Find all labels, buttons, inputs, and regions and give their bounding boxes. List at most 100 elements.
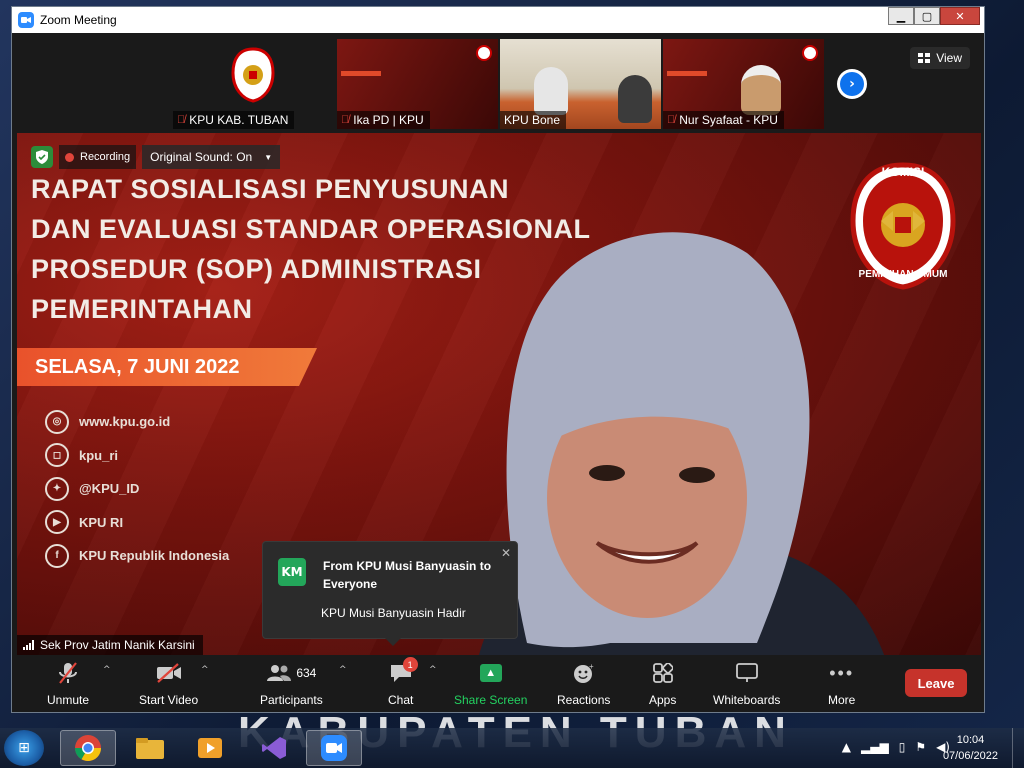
participants-icon: 634: [266, 659, 316, 687]
instagram-icon: ◻: [45, 443, 69, 468]
folder-icon: [136, 738, 164, 759]
thumbnail-nur-syafaat[interactable]: 🎙̸ Nur Syafaat - KPU: [663, 39, 824, 129]
flag-icon[interactable]: ⚑: [915, 740, 926, 754]
grid-icon: [918, 53, 931, 63]
battery-icon[interactable]: ▯: [899, 740, 906, 754]
svg-text:+: +: [589, 662, 594, 671]
caret-down-icon: ▼: [264, 152, 273, 162]
youtube-icon: ▶: [45, 510, 69, 535]
clock-date: 07/06/2022: [942, 750, 998, 762]
person-figure: [741, 65, 781, 115]
muted-mic-icon: [58, 659, 78, 687]
whiteboards-button[interactable]: Whiteboards: [713, 659, 780, 707]
share-screen-button[interactable]: ▲ Share Screen: [454, 659, 527, 707]
title-bar: Zoom Meeting ▁ ▢ ✕: [12, 7, 984, 33]
windows-logo-icon: ⊞: [18, 740, 30, 756]
participant-strip: 🎙̸ KPU KAB. TUBAN 🎙̸ Ika PD | KPU KPU Bone…: [12, 33, 984, 131]
leave-button[interactable]: Leave: [905, 669, 967, 697]
taskbar-zoom[interactable]: [306, 730, 362, 766]
unmute-button[interactable]: Unmute: [47, 659, 89, 707]
thumbnail-kpu-tuban[interactable]: 🎙̸ KPU KAB. TUBAN: [173, 39, 334, 129]
chat-from: From KPU Musi Banyuasin to Everyone: [323, 559, 492, 591]
window-title: Zoom Meeting: [40, 13, 117, 27]
tray-expand-icon[interactable]: ▲: [842, 740, 851, 754]
recording-indicator[interactable]: Recording: [59, 145, 137, 169]
zoom-icon: [321, 735, 347, 761]
apps-icon: [652, 659, 673, 687]
view-button[interactable]: View: [910, 47, 970, 69]
chat-icon: 1: [389, 657, 418, 687]
social-facebook: f KPU Republik Indonesia: [45, 539, 229, 573]
clock-time: 10:04: [956, 734, 985, 746]
facebook-icon: f: [45, 543, 69, 568]
close-icon[interactable]: ✕: [501, 546, 511, 560]
thumbnail-kpu-bone[interactable]: KPU Bone: [500, 39, 661, 129]
social-twitter: ✦ @KPU_ID: [45, 472, 229, 506]
audio-options-caret[interactable]: ^: [103, 665, 111, 675]
logo-text-top: KOMISI: [881, 165, 925, 179]
show-desktop-button[interactable]: [1012, 728, 1024, 768]
social-instagram: ◻ kpu_ri: [45, 439, 229, 473]
social-website: ◎ www.kpu.go.id: [45, 405, 229, 439]
date-banner: SELASA, 7 JUNI 2022: [17, 348, 317, 386]
chat-notification[interactable]: KM From KPU Musi Banyuasin to Everyone K…: [262, 541, 518, 646]
more-button[interactable]: ••• More: [828, 659, 855, 708]
participants-button[interactable]: 634 Participants: [260, 659, 323, 707]
thumbnail-label: 🎙̸ Ika PD | KPU: [337, 111, 430, 129]
apps-button[interactable]: Apps: [649, 659, 676, 707]
video-off-icon: [156, 659, 182, 687]
thumbnail-ika[interactable]: 🎙̸ Ika PD | KPU: [337, 39, 498, 129]
kpu-emblem-icon: [476, 45, 492, 61]
record-dot-icon: [65, 152, 74, 162]
taskbar-clock[interactable]: 10:04 07/06/2022: [943, 732, 998, 764]
chat-badge: 1: [402, 657, 418, 672]
thumbnail-label: KPU Bone: [500, 111, 567, 129]
zoom-meeting-window: Zoom Meeting ▁ ▢ ✕ 🎙̸ KPU KAB. TUBAN 🎙̸ Ik…: [11, 6, 985, 713]
taskbar: ⊞ ▲ ▂▄▆ ▯ ⚑ ◀) 10:04 07/06/2022: [0, 728, 1024, 768]
video-options-caret[interactable]: ^: [201, 665, 209, 675]
maximize-button[interactable]: ▢: [914, 7, 940, 25]
start-button[interactable]: ⊞: [4, 730, 44, 766]
twitter-icon: ✦: [45, 476, 69, 501]
participants-caret[interactable]: ^: [339, 665, 347, 675]
taskbar-chrome[interactable]: [60, 730, 116, 766]
kpu-emblem-icon: [231, 47, 275, 103]
start-video-button[interactable]: Start Video: [139, 659, 198, 707]
reactions-button[interactable]: + Reactions: [557, 659, 610, 707]
muted-mic-icon: 🎙̸: [177, 114, 186, 126]
chat-message: KPU Musi Banyuasin Hadir: [321, 606, 466, 620]
share-up-arrow-icon: ▲: [479, 664, 502, 682]
globe-icon: ◎: [45, 409, 69, 434]
taskbar-media-player[interactable]: [182, 730, 238, 766]
smiley-icon: +: [573, 659, 595, 687]
speaker-name-tag: Sek Prov Jatim Nanik Karsini: [17, 635, 203, 655]
visual-studio-icon: [262, 737, 286, 759]
minimize-button[interactable]: ▁: [888, 7, 914, 25]
taskbar-visual-studio[interactable]: [246, 730, 302, 766]
thumbnail-label: 🎙̸ KPU KAB. TUBAN: [173, 111, 295, 129]
signal-bars-icon: [23, 640, 34, 650]
zoom-camera-icon: [18, 12, 34, 28]
chrome-icon: [74, 735, 102, 762]
participants-count: 634: [296, 666, 317, 680]
person-figure: [618, 75, 652, 123]
muted-mic-icon: 🎙̸: [667, 114, 676, 126]
speaker-person: [479, 232, 884, 655]
mini-date-bar: [341, 71, 381, 76]
media-player-icon: [198, 738, 222, 758]
thumbnail-label: 🎙̸ Nur Syafaat - KPU: [663, 111, 784, 129]
whiteboard-icon: [735, 659, 758, 687]
network-icon[interactable]: ▂▄▆: [861, 740, 889, 754]
taskbar-file-explorer[interactable]: [122, 730, 178, 766]
mini-date-bar: [667, 71, 707, 76]
chat-button[interactable]: 1 Chat: [388, 657, 418, 707]
security-shield-icon[interactable]: [31, 146, 53, 168]
chat-caret[interactable]: ^: [429, 665, 437, 675]
meeting-toolbar: Unmute ^ Start Video ^ 634 Participants …: [17, 655, 981, 709]
close-button[interactable]: ✕: [940, 7, 980, 25]
person-figure: [534, 67, 568, 115]
sender-avatar: KM: [278, 558, 306, 586]
original-sound-toggle[interactable]: Original Sound: On ▼: [142, 145, 281, 169]
social-youtube: ▶ KPU RI: [45, 506, 229, 540]
next-page-button[interactable]: ›: [837, 69, 867, 99]
